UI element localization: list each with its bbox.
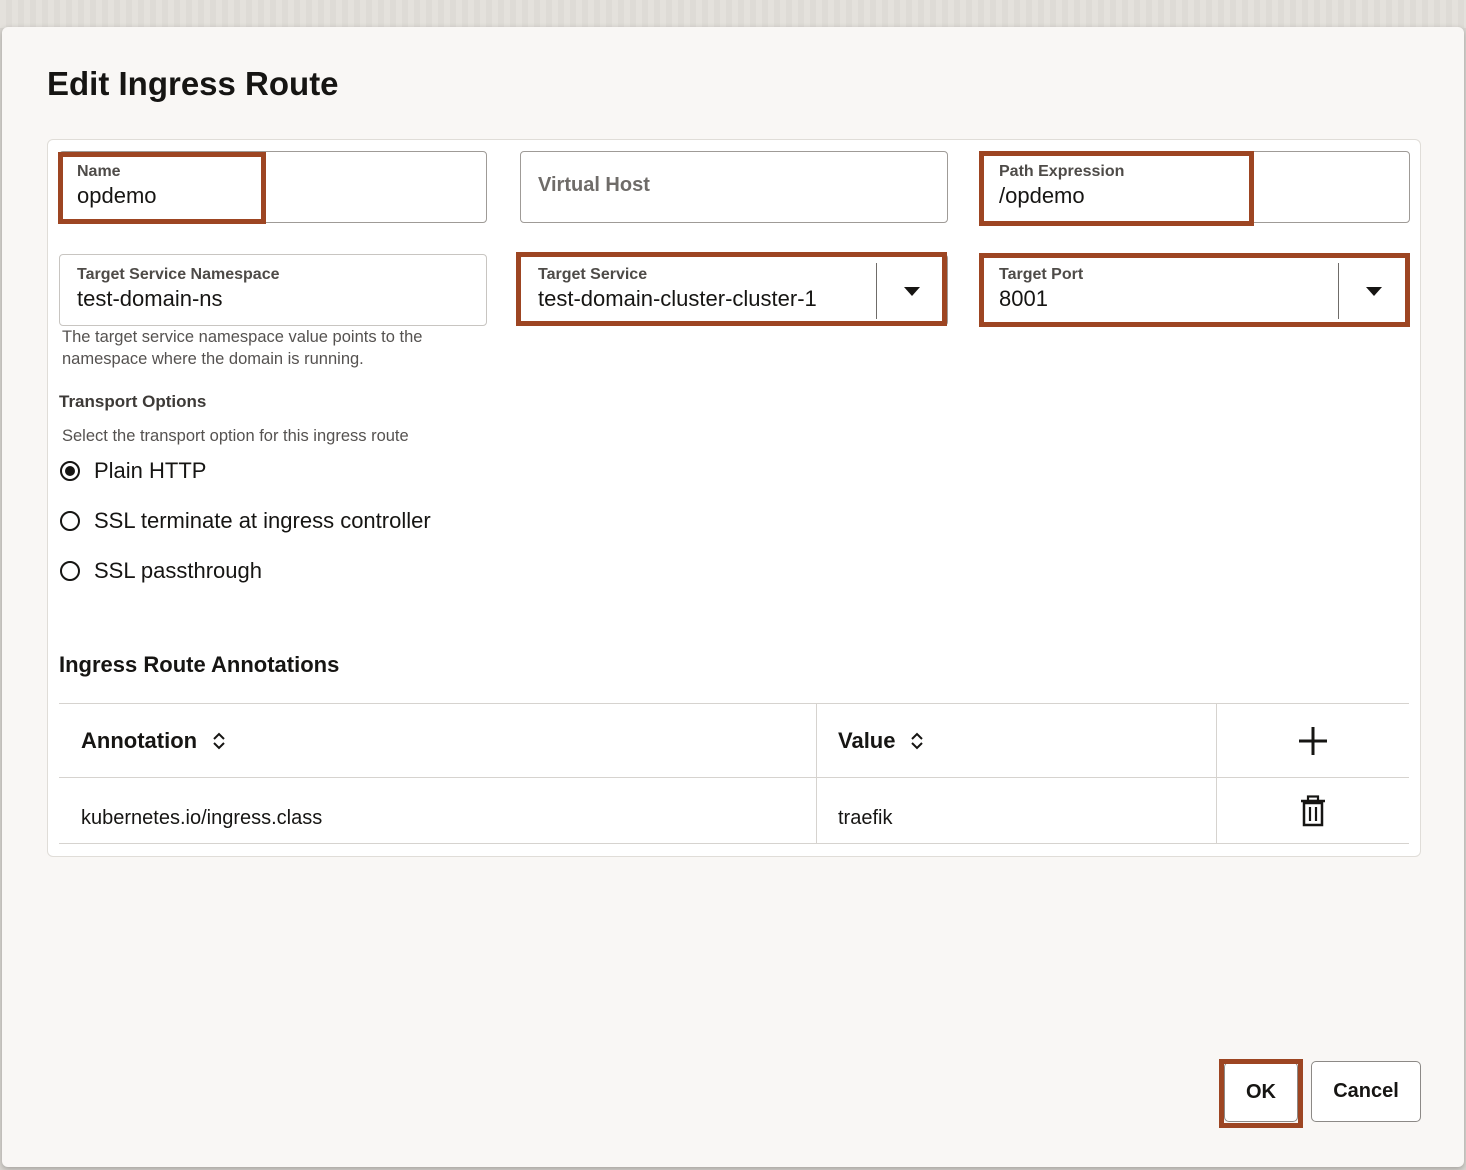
annotation-cell: kubernetes.io/ingress.class [81,807,323,829]
target-service-label: Target Service [538,266,648,283]
radio-unselected-icon[interactable] [60,511,80,531]
name-field[interactable]: Name opdemo [59,151,487,223]
radio-label: Plain HTTP [94,458,207,483]
dropdown-separator [876,263,877,319]
radio-selected-icon[interactable] [60,461,80,481]
help-line: The target service namespace value point… [62,328,423,346]
path-expression-field[interactable]: Path Expression /opdemo [981,151,1410,223]
table-row: kubernetes.io/ingress.class traefik [59,777,1409,844]
target-namespace-label: Target Service Namespace [77,266,280,283]
radio-label: SSL passthrough [94,558,262,583]
trash-icon[interactable] [1299,795,1327,827]
dialog-title: Edit Ingress Route [47,65,339,102]
target-namespace-field[interactable]: Target Service Namespace test-domain-ns [59,254,487,326]
column-header-value[interactable]: Value [838,728,925,754]
annotations-heading: Ingress Route Annotations [59,652,340,677]
ok-button[interactable]: OK [1224,1062,1298,1122]
value-cell: traefik [838,807,893,829]
target-service-value: test-domain-cluster-cluster-1 [538,286,817,311]
table-header: Annotation Value [59,703,1409,778]
sort-icon[interactable] [909,730,925,752]
path-expression-value: /opdemo [999,183,1085,208]
plus-icon[interactable] [1297,725,1329,757]
name-label: Name [77,163,121,180]
edit-ingress-route-dialog: Edit Ingress Route Name opdemo Virtual H… [2,27,1464,1167]
column-header-annotation[interactable]: Annotation [81,728,227,754]
transport-options-label: Transport Options [59,392,207,411]
transport-help: Select the transport option for this ing… [62,427,409,445]
target-namespace-value: test-domain-ns [77,286,223,311]
column-divider [1216,703,1217,843]
radio-unselected-icon[interactable] [60,561,80,581]
target-service-select[interactable]: Target Service test-domain-cluster-clust… [520,254,948,326]
virtual-host-placeholder: Virtual Host [538,174,650,196]
path-expression-label: Path Expression [999,163,1125,180]
dropdown-separator [1338,263,1339,319]
column-divider [816,703,817,843]
help-line: namespace where the domain is running. [62,350,364,368]
cancel-button[interactable]: Cancel [1311,1061,1421,1122]
target-namespace-help: The target service namespace value point… [62,326,422,370]
name-value: opdemo [77,183,157,208]
target-port-value: 8001 [999,286,1048,311]
radio-label: SSL terminate at ingress controller [94,508,431,533]
column-header-label: Value [838,728,896,753]
target-port-select[interactable]: Target Port 8001 [981,254,1410,326]
virtual-host-field[interactable]: Virtual Host [520,151,948,223]
background-strip [0,0,1466,28]
target-port-label: Target Port [999,266,1084,283]
column-header-label: Annotation [81,728,198,753]
radio-plain-http[interactable]: Plain HTTP [60,456,206,486]
radio-ssl-terminate[interactable]: SSL terminate at ingress controller [60,506,431,536]
chevron-down-icon[interactable] [1366,287,1382,296]
chevron-down-icon[interactable] [904,287,920,296]
sort-icon[interactable] [211,730,227,752]
radio-ssl-passthrough[interactable]: SSL passthrough [60,556,262,586]
